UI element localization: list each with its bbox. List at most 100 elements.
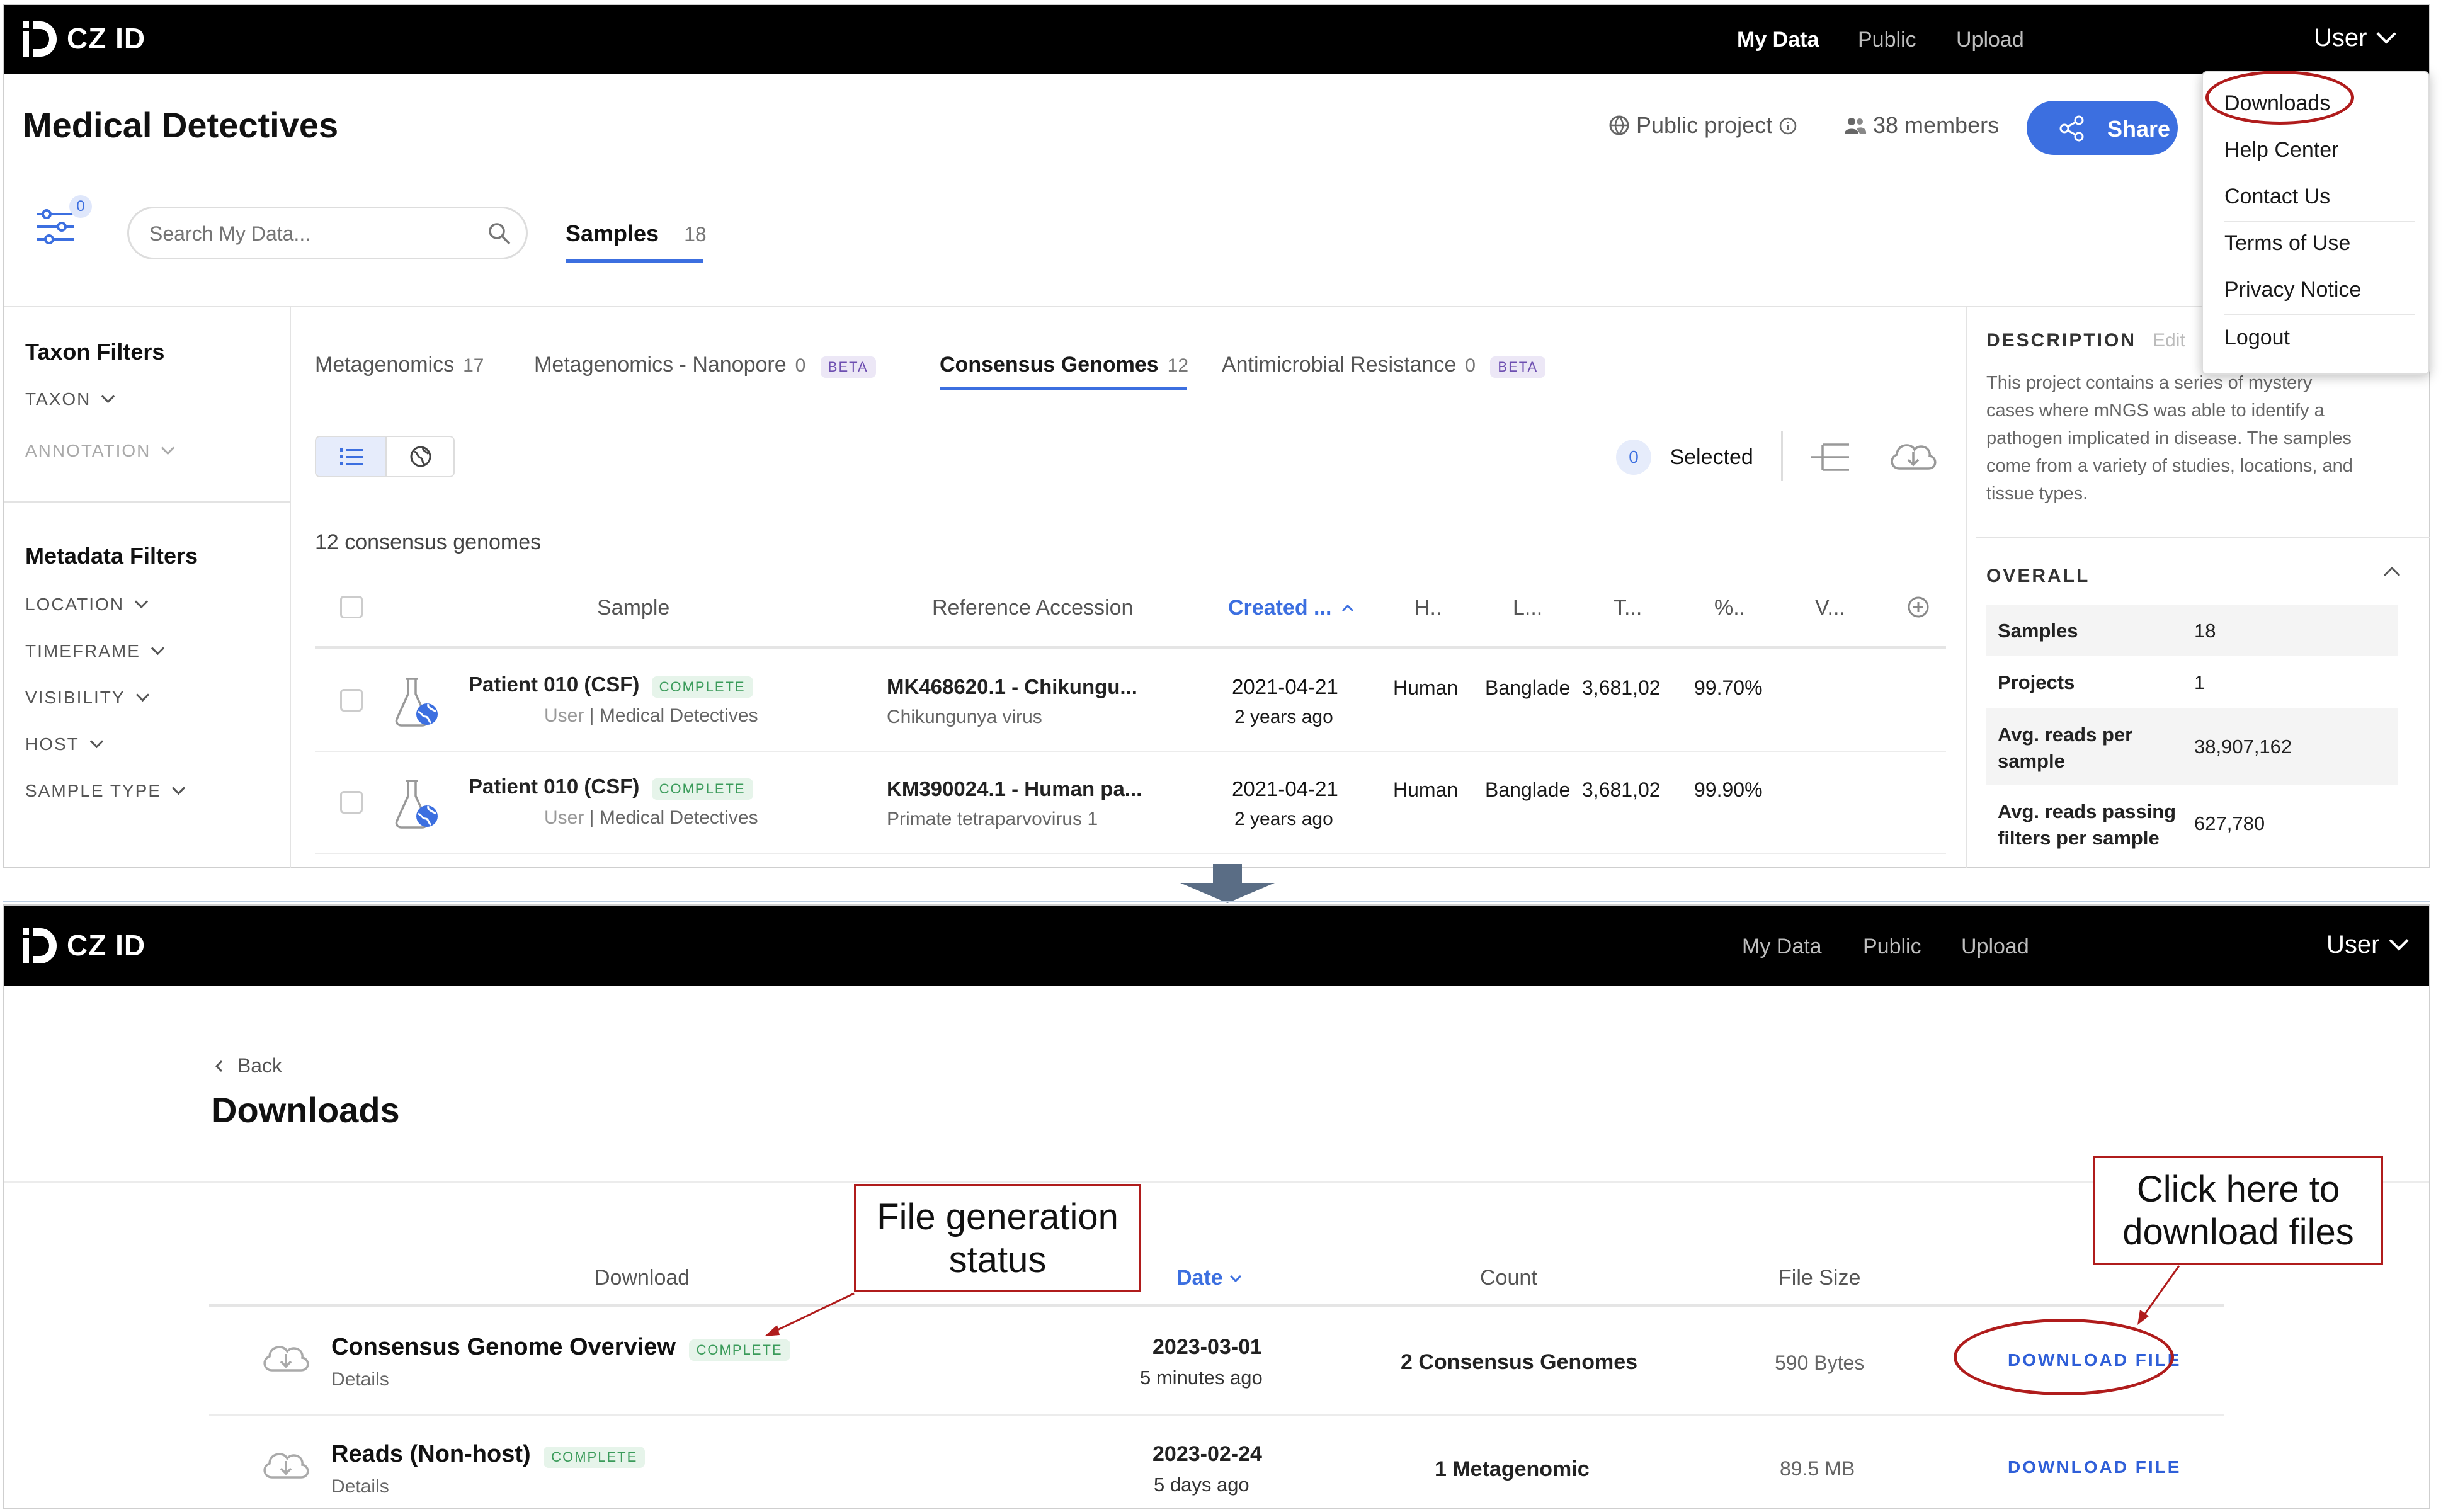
nav-my-data[interactable]: My Data: [1742, 935, 1822, 959]
column-header-count[interactable]: Count: [1480, 1266, 1537, 1290]
menu-item-contact-us[interactable]: Contact Us: [2224, 185, 2330, 209]
nav-public[interactable]: Public: [1863, 935, 1921, 959]
description-text: This project contains a series of myster…: [1986, 373, 2353, 504]
map-view-button[interactable]: [385, 437, 453, 476]
downloads-screen: CZ ID My Data Public Upload User Back Do…: [3, 904, 2430, 1509]
host-filter[interactable]: HOST: [25, 734, 103, 754]
reference-accession[interactable]: KM390024.1 - Human pa...: [887, 777, 1142, 801]
search-icon[interactable]: [487, 221, 512, 246]
details-link[interactable]: Details: [331, 1369, 389, 1390]
user-menu-toggle[interactable]: User: [2314, 24, 2397, 52]
tab-label: Metagenomics - Nanopore: [534, 353, 787, 377]
share-button[interactable]: Share: [2027, 101, 2178, 155]
brand-name: CZ ID: [67, 22, 146, 55]
stat-value: 38,907,162: [2194, 736, 2292, 758]
reference-accession[interactable]: MK468620.1 - Chikungu...: [887, 675, 1137, 699]
sample-name[interactable]: Patient 010 (CSF) COMPLETE: [469, 673, 753, 698]
czid-logo-icon[interactable]: [20, 924, 58, 967]
tab-metagenomics[interactable]: Metagenomics 17: [315, 353, 484, 377]
nav-upload[interactable]: Upload: [1956, 28, 2024, 52]
location-filter[interactable]: LOCATION: [25, 594, 149, 615]
menu-item-help-center[interactable]: Help Center: [2224, 138, 2338, 162]
description-edit-link[interactable]: Edit: [2153, 330, 2185, 351]
chevron-down-icon: [89, 734, 103, 749]
select-all-checkbox[interactable]: [340, 596, 363, 618]
visibility-label: Public project: [1636, 112, 1773, 138]
column-header-location[interactable]: L...: [1513, 596, 1542, 620]
row-checkbox[interactable]: [340, 689, 363, 712]
menu-item-logout[interactable]: Logout: [2224, 326, 2290, 350]
taxon-filter-label: TAXON: [25, 389, 91, 409]
download-file-size: 89.5 MB: [1780, 1457, 1855, 1480]
search-input[interactable]: [148, 219, 465, 249]
sample-type-filter[interactable]: SAMPLE TYPE: [25, 781, 186, 801]
column-header-v[interactable]: V...: [1815, 596, 1845, 620]
sample-name[interactable]: Patient 010 (CSF) COMPLETE: [469, 775, 753, 800]
phylogenetic-tree-icon[interactable]: [1809, 438, 1853, 476]
visibility-indicator[interactable]: Public project: [1608, 112, 1797, 139]
column-header-total-reads[interactable]: T...: [1614, 596, 1642, 620]
tab-consensus-genomes[interactable]: Consensus Genomes 12: [940, 353, 1188, 377]
chevron-down-icon: [151, 641, 164, 656]
members-icon: [1845, 118, 1867, 134]
column-header-host[interactable]: H..: [1414, 596, 1442, 620]
overall-row-samples: Samples 18: [1986, 605, 2398, 656]
column-header-sample[interactable]: Sample: [597, 596, 669, 620]
accession-taxon: Chikungunya virus: [887, 707, 1042, 727]
column-header-download[interactable]: Download: [595, 1266, 690, 1290]
metadata-filters-heading: Metadata Filters: [25, 543, 198, 569]
column-header-reference-accession[interactable]: Reference Accession: [932, 596, 1133, 620]
tab-samples[interactable]: Samples 18: [566, 220, 707, 247]
owner-text: User: [544, 705, 584, 726]
brand-name: CZ ID: [67, 929, 146, 962]
project-text: Medical Detectives: [599, 807, 758, 828]
table-row[interactable]: Patient 010 (CSF) COMPLETE User | Medica…: [315, 752, 1946, 854]
tab-antimicrobial-resistance[interactable]: Antimicrobial Resistance 0 BETA: [1222, 353, 1546, 378]
details-link[interactable]: Details: [331, 1476, 389, 1498]
user-menu-toggle[interactable]: User: [2326, 931, 2410, 959]
column-header-file-size[interactable]: File Size: [1779, 1266, 1860, 1290]
stat-value: 1: [2194, 671, 2205, 693]
chevron-down-icon: [135, 688, 149, 702]
menu-item-privacy-notice[interactable]: Privacy Notice: [2224, 278, 2361, 302]
tab-metagenomics-nanopore[interactable]: Metagenomics - Nanopore 0 BETA: [534, 353, 876, 378]
active-tab-underline: [940, 387, 1187, 390]
info-icon[interactable]: [1779, 117, 1797, 135]
nav-my-data[interactable]: My Data: [1737, 28, 1819, 52]
chevron-up-icon[interactable]: [2382, 564, 2402, 579]
add-column-icon[interactable]: [1906, 594, 1931, 620]
visibility-filter[interactable]: VISIBILITY: [25, 688, 149, 708]
share-icon: [2059, 115, 2084, 142]
nav-public[interactable]: Public: [1858, 28, 1916, 52]
nav-upload[interactable]: Upload: [1961, 935, 2029, 959]
back-link[interactable]: Back: [213, 1054, 282, 1077]
column-header-date[interactable]: Date: [1176, 1266, 1243, 1290]
menu-item-terms-of-use[interactable]: Terms of Use: [2224, 231, 2350, 256]
table-row[interactable]: Patient 010 (CSF) COMPLETE User | Medica…: [315, 650, 1946, 752]
chevron-down-icon: [2376, 24, 2397, 44]
taxon-filter[interactable]: TAXON: [25, 389, 115, 409]
timeframe-filter-label: TIMEFRAME: [25, 641, 140, 661]
taxon-filters-heading: Taxon Filters: [25, 339, 165, 365]
column-header-percent[interactable]: %..: [1714, 596, 1745, 620]
tab-label: Consensus Genomes: [940, 353, 1159, 377]
timeframe-filter[interactable]: TIMEFRAME: [25, 641, 164, 661]
chevron-down-icon: [101, 389, 115, 404]
location-filter-label: LOCATION: [25, 594, 125, 614]
cloud-download-icon[interactable]: [1887, 436, 1940, 476]
column-header-created[interactable]: Created ...: [1228, 596, 1355, 620]
filters-toggle[interactable]: 0: [34, 195, 92, 249]
list-view-button[interactable]: [316, 437, 385, 476]
row-checkbox[interactable]: [340, 791, 363, 814]
total-reads-value: 3,681,02: [1582, 676, 1661, 699]
members-indicator[interactable]: 38 members: [1844, 112, 1999, 139]
overall-heading[interactable]: OVERALL: [1986, 566, 2090, 587]
callout-arrow: [2137, 1265, 2180, 1325]
download-file-button[interactable]: DOWNLOAD FILE: [2008, 1457, 2181, 1477]
search-box[interactable]: [127, 207, 528, 259]
selected-count-badge: 0: [1616, 440, 1651, 475]
top-nav-bar: CZ ID My Data Public Upload User: [4, 906, 2429, 986]
back-label: Back: [237, 1054, 283, 1077]
annotation-filter[interactable]: ANNOTATION: [25, 441, 175, 461]
czid-logo-icon[interactable]: [20, 18, 58, 60]
